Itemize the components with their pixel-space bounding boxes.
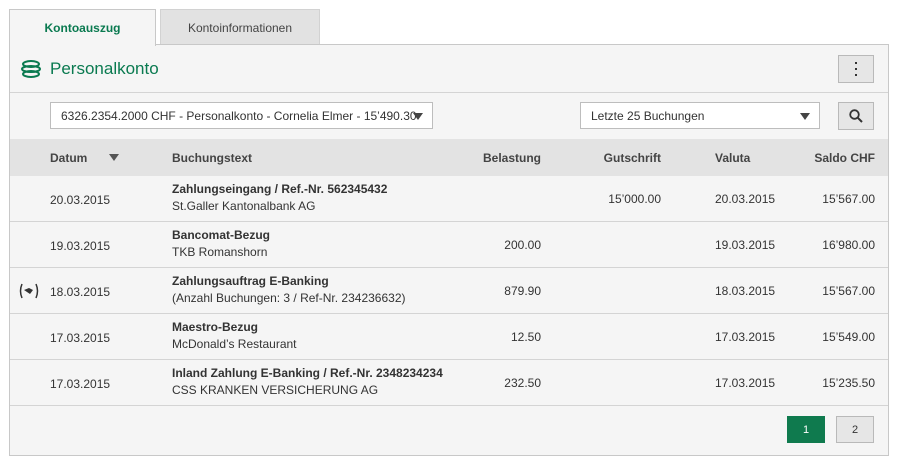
period-select-value: Letzte 25 Buchungen (591, 108, 705, 123)
table-row[interactable]: 18.03.2015 Zahlungsauftrag E-Banking (An… (10, 268, 888, 314)
page-2-button[interactable]: 2 (836, 416, 874, 443)
coins-icon (21, 60, 41, 78)
row-date: 17.03.2015 (50, 377, 111, 391)
row-valuta: 19.03.2015 (715, 238, 776, 252)
tab-bar: Kontoauszug Kontoinformationen (9, 9, 889, 46)
row-text-detail: (Anzahl Buchungen: 3 / Ref-Nr. 234236632… (172, 291, 406, 305)
row-text-detail: McDonald’s Restaurant (172, 337, 297, 351)
chevron-down-icon (413, 113, 423, 120)
row-valuta: 17.03.2015 (715, 376, 776, 390)
row-saldo: 15’235.50 (822, 376, 875, 390)
row-text-title: Zahlungsauftrag E-Banking (172, 274, 329, 288)
row-belastung: 12.50 (510, 330, 541, 344)
account-select-value: 6326.2354.2000 CHF - Personalkonto - Cor… (61, 108, 417, 123)
row-gutschrift: 15’000.00 (608, 192, 661, 206)
row-belastung: 200.00 (504, 238, 541, 252)
statement-panel: Personalkonto 6326.2354.2000 CHF - Perso… (9, 44, 889, 456)
table-row[interactable]: 20.03.2015 Zahlungseingang / Ref.-Nr. 56… (10, 176, 888, 222)
table-header: Datum Buchungstext Belastung Gutschrift … (10, 139, 888, 176)
column-buchungstext: Buchungstext (172, 151, 253, 165)
column-belastung: Belastung (482, 151, 541, 165)
table-row[interactable]: 17.03.2015 Maestro-Bezug McDonald’s Rest… (10, 314, 888, 360)
row-belastung: 879.90 (504, 284, 541, 298)
more-menu-button[interactable] (838, 55, 874, 83)
filter-bar: 6326.2354.2000 CHF - Personalkonto - Cor… (10, 93, 888, 139)
column-valuta: Valuta (715, 151, 751, 165)
row-saldo: 15’567.00 (822, 192, 875, 206)
row-saldo: 15’549.00 (822, 330, 875, 344)
period-select[interactable]: Letzte 25 Buchungen (580, 102, 820, 129)
column-datum-label: Datum (50, 151, 88, 165)
search-button[interactable] (838, 102, 874, 130)
row-text-title: Maestro-Bezug (172, 320, 259, 334)
row-valuta: 20.03.2015 (715, 192, 776, 206)
row-date: 19.03.2015 (50, 239, 111, 253)
row-text-title: Zahlungseingang / Ref.-Nr. 562345432 (172, 182, 388, 196)
search-icon (849, 109, 863, 123)
table-row[interactable]: 17.03.2015 Inland Zahlung E-Banking / Re… (10, 360, 888, 406)
row-date: 17.03.2015 (50, 331, 111, 345)
kebab-menu-icon (855, 62, 857, 76)
page-1-button[interactable]: 1 (787, 416, 825, 443)
row-belastung: 232.50 (504, 376, 541, 390)
account-select[interactable]: 6326.2354.2000 CHF - Personalkonto - Cor… (50, 102, 433, 129)
row-date: 20.03.2015 (50, 193, 111, 207)
row-valuta: 18.03.2015 (715, 284, 776, 298)
row-text-detail: TKB Romanshorn (172, 245, 268, 259)
row-text-title: Inland Zahlung E-Banking / Ref.-Nr. 2348… (172, 366, 443, 380)
chevron-down-icon (800, 113, 810, 120)
row-valuta: 17.03.2015 (715, 330, 776, 344)
row-text-detail: CSS KRANKEN VERSICHERUNG AG (172, 383, 379, 397)
table-row[interactable]: 19.03.2015 Bancomat-Bezug TKB Romanshorn… (10, 222, 888, 268)
row-saldo: 16’980.00 (822, 238, 875, 252)
page-title: Personalkonto (50, 59, 159, 78)
column-datum[interactable]: Datum (50, 151, 120, 165)
payment-order-icon[interactable] (18, 281, 40, 301)
tab-kontoauszug[interactable]: Kontoauszug (9, 9, 156, 46)
panel-header: Personalkonto (10, 45, 888, 93)
column-saldo: Saldo CHF (814, 151, 875, 165)
sort-desc-icon[interactable] (109, 154, 120, 162)
row-text-title: Bancomat-Bezug (172, 228, 271, 242)
row-saldo: 15’567.00 (822, 284, 875, 298)
column-gutschrift: Gutschrift (603, 151, 661, 165)
tab-kontoinformationen[interactable]: Kontoinformationen (160, 9, 320, 45)
row-text-detail: St.Galler Kantonalbank AG (172, 199, 316, 213)
row-date: 18.03.2015 (50, 285, 111, 299)
